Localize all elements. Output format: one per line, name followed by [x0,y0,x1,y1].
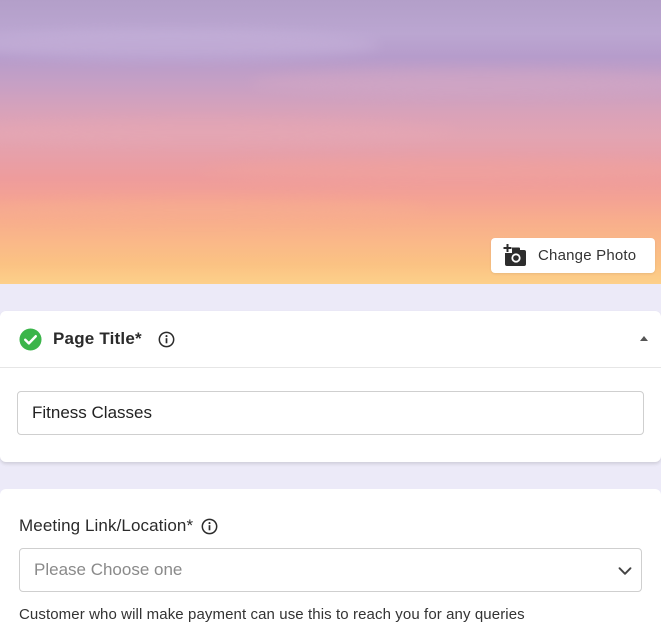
sky-streak [0,200,430,220]
check-circle-icon [19,327,42,351]
select-placeholder: Please Choose one [34,560,183,579]
meeting-location-helper-text: Customer who will make payment can use t… [19,606,525,623]
sky-streak [250,70,661,96]
sky-streak [0,120,460,144]
info-icon[interactable] [158,331,175,348]
cover-photo-banner: Change Photo [0,0,661,284]
page-title-card: Page Title* [0,311,661,462]
change-photo-label: Change Photo [538,247,637,264]
meeting-location-card: Meeting Link/Location* Please Choose one… [0,489,661,629]
add-photo-icon [503,243,526,266]
page-title-input[interactable] [17,391,644,435]
info-icon[interactable] [201,518,218,535]
change-photo-button[interactable]: Change Photo [491,238,655,273]
meeting-location-label-row: Meeting Link/Location* [19,516,218,536]
sky-streak [0,30,380,60]
page-title-header[interactable]: Page Title* [0,311,661,368]
meeting-location-label: Meeting Link/Location* [19,516,194,535]
caret-up-icon[interactable] [640,336,648,341]
sky-streak [200,160,661,182]
page-title-heading: Page Title* [53,329,142,348]
meeting-location-select[interactable]: Please Choose one [19,548,642,592]
chevron-down-icon [618,567,632,575]
